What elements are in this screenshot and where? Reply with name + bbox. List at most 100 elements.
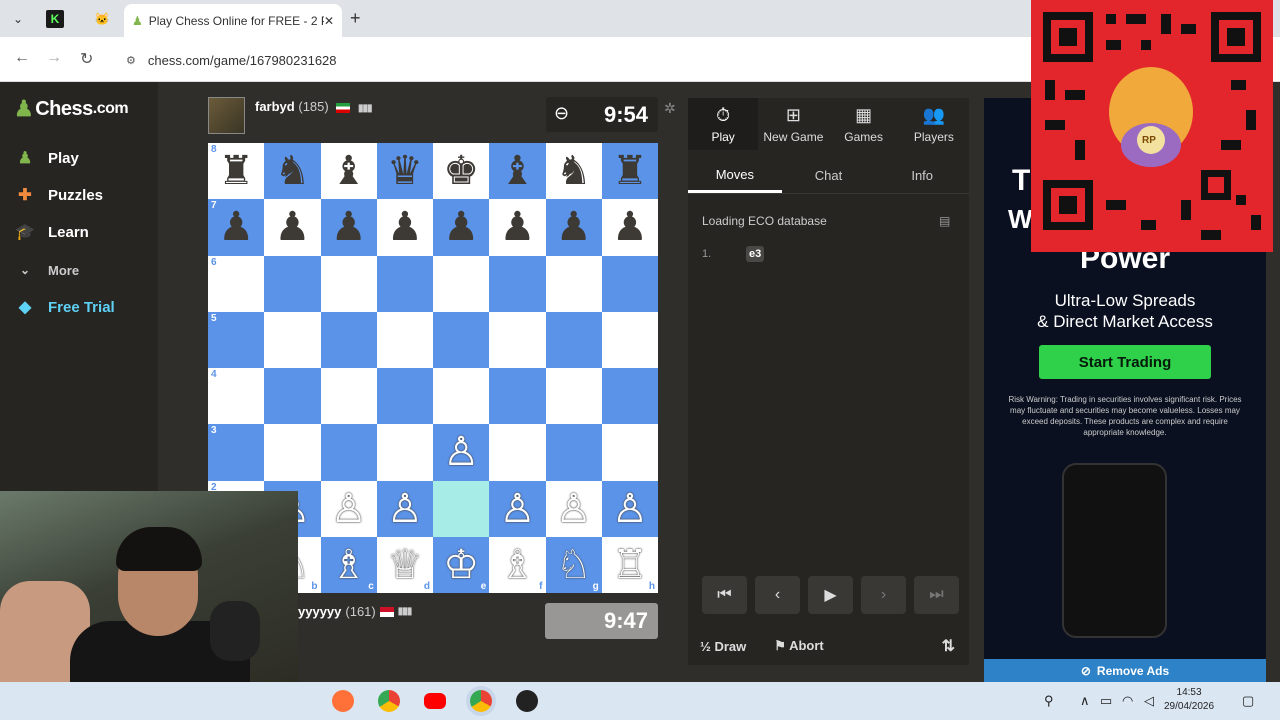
tab-moves[interactable]: Moves — [688, 158, 782, 193]
sidebar-item-play[interactable]: ♟ Play — [14, 147, 79, 169]
board-square-g3[interactable] — [545, 424, 602, 481]
chess-piece[interactable]: ♗ — [331, 545, 367, 585]
board-square-a6[interactable]: 6 — [208, 255, 265, 312]
board-square-b4[interactable] — [264, 368, 321, 425]
board-square-g7[interactable]: ♟ — [545, 199, 602, 256]
tab-play[interactable]: ⏱ Play — [688, 98, 759, 150]
chess-piece[interactable]: ♙ — [331, 489, 367, 529]
board-square-c3[interactable] — [320, 424, 377, 481]
chess-piece[interactable]: ♛ — [387, 151, 423, 191]
bottom-player-name[interactable]: yyyyyy — [298, 604, 341, 619]
sidebar-item-more[interactable]: ⌄ More — [14, 259, 79, 281]
abort-button[interactable]: ⚑ Abort — [774, 638, 837, 654]
board-square-h7[interactable]: ♟ — [601, 199, 658, 256]
board-square-g6[interactable] — [545, 255, 602, 312]
board-square-f6[interactable] — [489, 255, 546, 312]
chess-piece[interactable]: ♗ — [499, 545, 535, 585]
new-tab-button[interactable]: + — [350, 8, 361, 29]
board-square-g2[interactable]: ♙ — [545, 480, 602, 537]
top-player[interactable]: farbyd (185) ▮▮▮ — [208, 97, 372, 134]
board-square-c5[interactable] — [320, 311, 377, 368]
system-clock[interactable]: 14:53 29/04/2026 — [1164, 686, 1214, 714]
board-square-c8[interactable]: ♝ — [320, 143, 377, 200]
tab-info[interactable]: Info — [875, 158, 969, 193]
board-square-e7[interactable]: ♟ — [433, 199, 490, 256]
chess-piece[interactable]: ♔ — [443, 545, 479, 585]
chess-piece[interactable]: ♙ — [499, 489, 535, 529]
chess-piece[interactable]: ♟ — [387, 207, 423, 247]
board-square-b6[interactable] — [264, 255, 321, 312]
board-square-b8[interactable]: ♞ — [264, 143, 321, 200]
board-square-f1[interactable]: f ♗ — [489, 536, 546, 593]
firefox-icon[interactable] — [332, 690, 354, 712]
battery-icon[interactable]: ▭ — [1100, 693, 1112, 709]
board-square-f3[interactable] — [489, 424, 546, 481]
board-square-b7[interactable]: ♟ — [264, 199, 321, 256]
chrome-icon[interactable] — [378, 690, 400, 712]
board-square-c4[interactable] — [320, 368, 377, 425]
board-square-d5[interactable] — [376, 311, 433, 368]
board-square-f2[interactable]: ♙ — [489, 480, 546, 537]
board-square-a7[interactable]: 7 ♟ — [208, 199, 265, 256]
board-square-c6[interactable] — [320, 255, 377, 312]
chess-piece[interactable]: ♜ — [218, 151, 254, 191]
board-square-a5[interactable]: 5 — [208, 311, 265, 368]
board-square-c2[interactable]: ♙ — [320, 480, 377, 537]
url-field[interactable]: ⚙ chess.com/game/167980231628 — [116, 44, 1016, 76]
chess-piece[interactable]: ♞ — [274, 151, 310, 191]
first-move-icon[interactable]: ⏮ — [702, 576, 747, 614]
reload-icon[interactable]: ↻ — [80, 49, 93, 69]
forward-icon[interactable]: → — [46, 49, 62, 67]
board-square-e2[interactable] — [433, 480, 490, 537]
move-e3[interactable]: e3 — [746, 246, 765, 262]
chess-piece[interactable]: ♞ — [556, 151, 592, 191]
board-square-d4[interactable] — [376, 368, 433, 425]
board-square-g5[interactable] — [545, 311, 602, 368]
close-tab-icon[interactable]: ✕ — [324, 14, 334, 28]
board-square-d2[interactable]: ♙ — [376, 480, 433, 537]
site-info-icon[interactable]: ⚙ — [126, 54, 136, 67]
chrome-active-icon[interactable] — [470, 690, 492, 712]
top-player-name[interactable]: farbyd — [255, 99, 295, 114]
tab-search-icon[interactable]: ⌄ — [6, 8, 30, 30]
board-square-e3[interactable]: ♙ — [433, 424, 490, 481]
board-square-g1[interactable]: g ♘ — [545, 536, 602, 593]
chess-piece[interactable]: ♝ — [499, 151, 535, 191]
board-square-e6[interactable] — [433, 255, 490, 312]
wifi-icon[interactable]: ◠ — [1122, 693, 1133, 709]
board-square-h6[interactable] — [601, 255, 658, 312]
board-square-c1[interactable]: c ♗ — [320, 536, 377, 593]
board-square-g8[interactable]: ♞ — [545, 143, 602, 200]
tab-chess[interactable]: ♟ Play Chess Online for FREE - 2 P ✕ — [124, 4, 342, 37]
remove-ads-button[interactable]: ⊘ Remove Ads — [984, 659, 1266, 682]
chess-piece[interactable]: ♙ — [612, 489, 648, 529]
chess-piece[interactable]: ♝ — [331, 151, 367, 191]
volume-icon[interactable]: ◁ — [1144, 693, 1154, 709]
chess-piece[interactable]: ♚ — [443, 151, 479, 191]
board-square-a3[interactable]: 3 — [208, 424, 265, 481]
chess-piece[interactable]: ♟ — [499, 207, 535, 247]
sidebar-item-puzzles[interactable]: ✚ Puzzles — [14, 184, 103, 206]
flip-board-icon[interactable]: ⇅ — [942, 636, 955, 656]
chess-piece[interactable]: ♕ — [387, 545, 423, 585]
tab-games[interactable]: ▦ Games — [829, 98, 899, 150]
board-square-e4[interactable] — [433, 368, 490, 425]
chess-piece[interactable]: ♟ — [556, 207, 592, 247]
chess-piece[interactable]: ♘ — [556, 545, 592, 585]
chess-piece[interactable]: ♟ — [218, 207, 254, 247]
board-square-b3[interactable] — [264, 424, 321, 481]
chess-piece[interactable]: ♙ — [556, 489, 592, 529]
tab-chat[interactable]: Chat — [782, 158, 876, 193]
board-square-h3[interactable] — [601, 424, 658, 481]
board-square-f4[interactable] — [489, 368, 546, 425]
chess-piece[interactable]: ♟ — [443, 207, 479, 247]
chess-logo[interactable]: ♟ Chess .com — [14, 96, 129, 122]
chess-piece[interactable]: ♙ — [443, 432, 479, 472]
tab-new-game[interactable]: ⊞ New Game — [758, 98, 828, 150]
sidebar-item-learn[interactable]: 🎓 Learn — [14, 221, 89, 243]
gear-icon[interactable]: ✲ — [664, 100, 676, 117]
board-square-a4[interactable]: 4 — [208, 368, 265, 425]
board-square-h5[interactable] — [601, 311, 658, 368]
chevron-up-icon[interactable]: ∧ — [1080, 693, 1090, 709]
board-square-f5[interactable] — [489, 311, 546, 368]
